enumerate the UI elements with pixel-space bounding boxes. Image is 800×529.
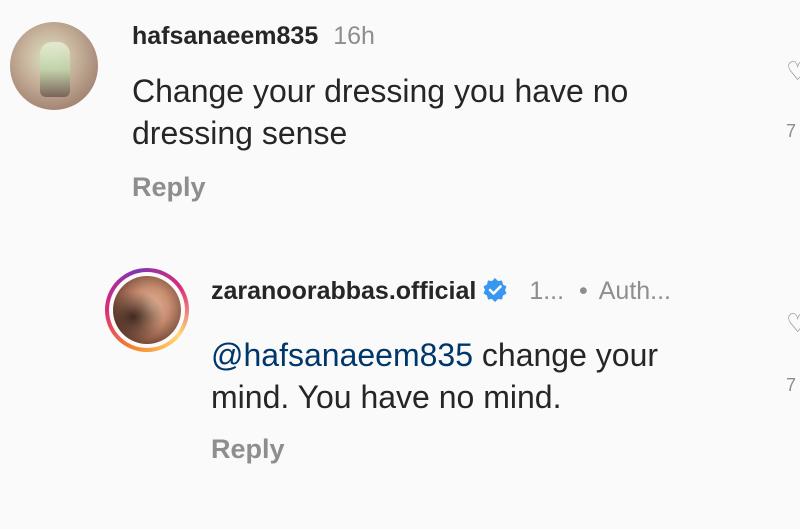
like-count: 7 (786, 375, 797, 395)
reply-button[interactable]: Reply (132, 172, 206, 203)
avatar-story-ring[interactable] (105, 268, 189, 352)
like-count: 7 (786, 121, 797, 141)
reply-text: @hafsanaeem835 change your mind. You hav… (211, 334, 658, 418)
author-badge: Auth... (598, 277, 671, 305)
verified-badge-icon (482, 277, 508, 303)
timestamp: 16h (333, 22, 375, 50)
heart-icon[interactable]: ♡ (786, 58, 800, 84)
comment-header: hafsanaeem835 16h (132, 22, 375, 51)
username-link[interactable]: zaranoorabbas.official (211, 277, 476, 305)
reply-text-line: @hafsanaeem835 change your (211, 334, 658, 376)
reply-text-fragment: change your (473, 337, 659, 373)
reply-header: zaranoorabbas.official 1... • Auth... (211, 277, 671, 306)
username-link[interactable]: hafsanaeem835 (132, 22, 318, 50)
reply-text-line: mind. You have no mind. (211, 379, 562, 415)
heart-icon[interactable]: ♡ (786, 310, 800, 336)
avatar (113, 276, 181, 344)
comment-text-line: dressing sense (132, 115, 348, 151)
timestamp: 1... (529, 277, 565, 305)
mention-link[interactable]: @hafsanaeem835 (211, 337, 473, 373)
avatar[interactable] (10, 22, 98, 110)
comment-text: Change your dressing you have no dressin… (132, 70, 628, 154)
reply-button[interactable]: Reply (211, 434, 285, 465)
comment-text-line: Change your dressing you have no (132, 73, 629, 109)
separator-dot: • (579, 277, 588, 305)
